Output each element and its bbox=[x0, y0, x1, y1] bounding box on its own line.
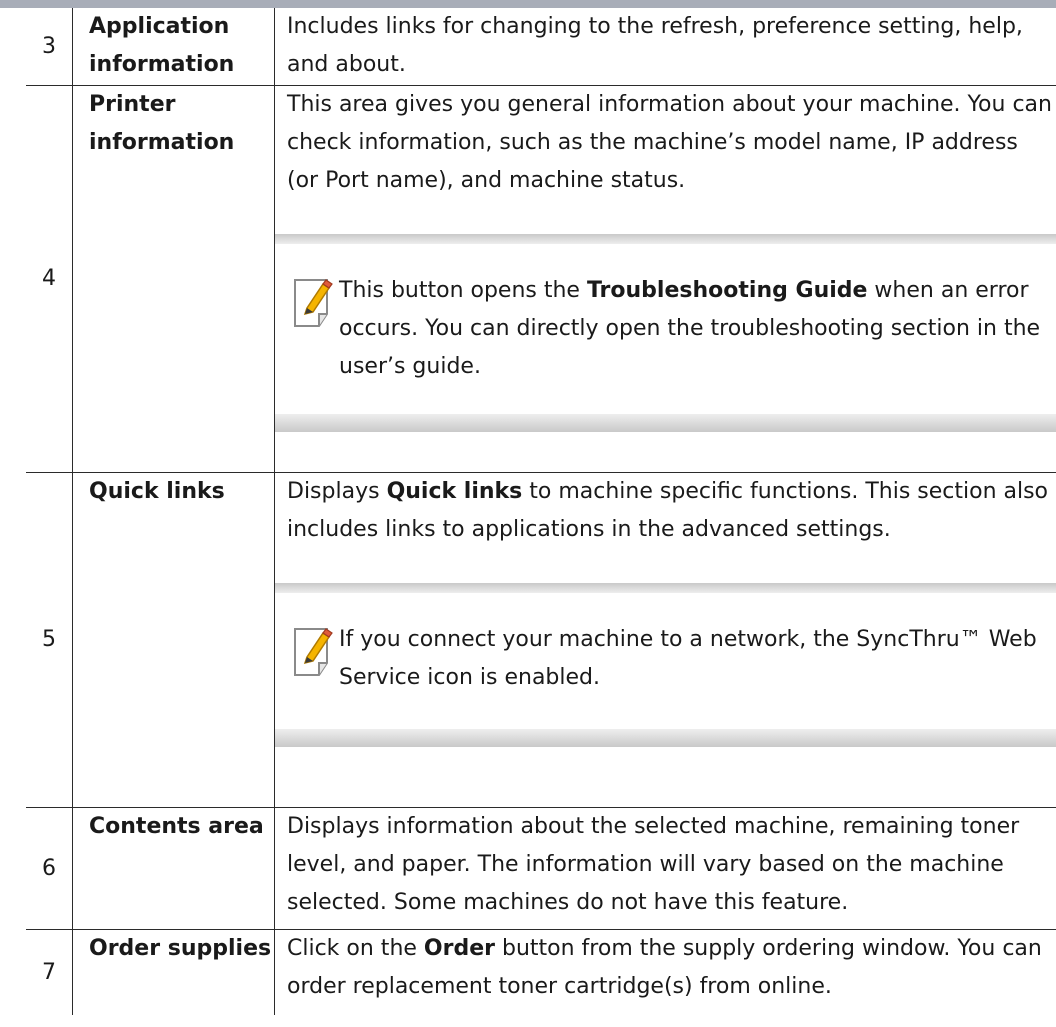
note-text-bold: Troubleshooting Guide bbox=[586, 277, 868, 303]
description-text: Displays information about the selected … bbox=[287, 813, 1020, 915]
table-row: 4 Printer information This area gives yo… bbox=[26, 85, 1056, 473]
row-number: 4 bbox=[26, 85, 73, 473]
row-description: Displays Quick links to machine specific… bbox=[274, 472, 1056, 808]
row-number: 6 bbox=[26, 807, 73, 930]
note-shade-bottom bbox=[275, 728, 1056, 747]
row-term: Quick links bbox=[72, 472, 275, 808]
table-row: 3 Application information Includes links… bbox=[26, 8, 1056, 86]
description-text: This area gives you general information … bbox=[287, 91, 1052, 193]
row-term: Contents area bbox=[72, 807, 275, 930]
note-shade-top bbox=[275, 582, 1056, 593]
row-term: Application information bbox=[72, 8, 275, 86]
row-term: Order supplies bbox=[72, 929, 275, 1015]
row-number: 5 bbox=[26, 472, 73, 808]
note-text: This button opens the Troubleshooting Gu… bbox=[339, 272, 1042, 386]
note-box: This button opens the Troubleshooting Gu… bbox=[275, 233, 1056, 432]
row-description: Includes links for changing to the refre… bbox=[274, 8, 1056, 86]
description-text: Includes links for changing to the refre… bbox=[287, 14, 1023, 77]
top-rule bbox=[0, 0, 1056, 8]
row-description: Displays information about the selected … bbox=[274, 807, 1056, 930]
note-shade-bottom bbox=[275, 413, 1056, 432]
row-number: 7 bbox=[26, 929, 73, 1015]
note-pencil-icon bbox=[294, 278, 333, 327]
table-row: 7 Order supplies Click on the Order butt… bbox=[26, 929, 1056, 1015]
note-pencil-icon bbox=[294, 627, 333, 676]
feature-table: 3 Application information Includes links… bbox=[26, 8, 1056, 1015]
note-body: If you connect your machine to a network… bbox=[275, 593, 1056, 729]
row-term: Printer information bbox=[72, 85, 275, 473]
table-row: 6 Contents area Displays information abo… bbox=[26, 807, 1056, 930]
row-description: This area gives you general information … bbox=[274, 85, 1056, 473]
note-body: This button opens the Troubleshooting Gu… bbox=[275, 244, 1056, 414]
note-box: If you connect your machine to a network… bbox=[275, 582, 1056, 747]
table-row: 5 Quick links Displays Quick links to ma… bbox=[26, 472, 1056, 808]
row-description: Click on the Order button from the suppl… bbox=[275, 929, 1056, 1015]
description-bold: Order bbox=[423, 935, 495, 961]
row-number: 3 bbox=[26, 8, 73, 86]
description-bold: Quick links bbox=[386, 478, 523, 504]
description-text: Displays Quick links to machine specific… bbox=[287, 473, 1052, 549]
description-pre: Displays bbox=[287, 478, 387, 504]
note-text: If you connect your machine to a network… bbox=[339, 626, 1037, 690]
note-text-pre: This button opens the bbox=[339, 277, 587, 303]
note-shade-top bbox=[275, 233, 1056, 244]
description-text: Click on the Order button from the suppl… bbox=[287, 930, 1052, 1006]
description-pre: Click on the bbox=[287, 935, 424, 961]
